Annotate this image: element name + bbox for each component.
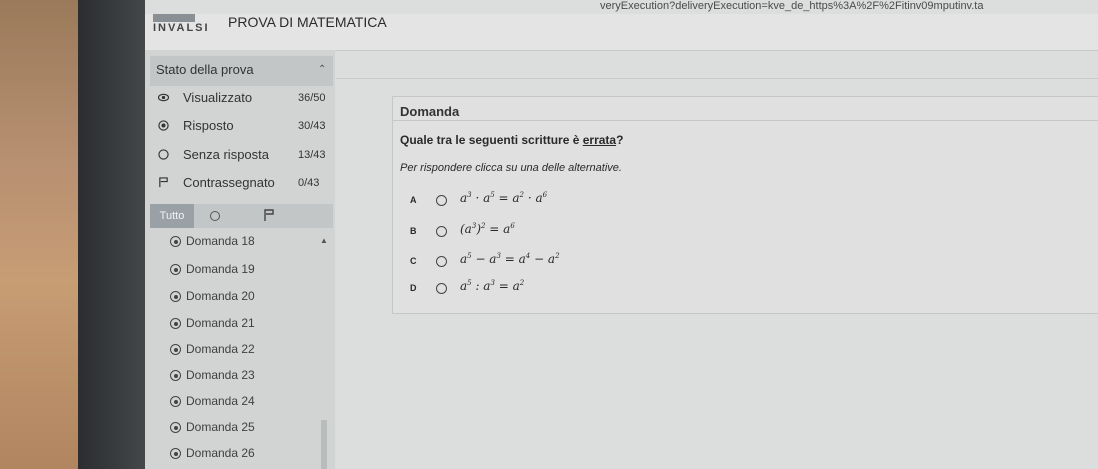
question-instruction: Per rispondere clicca su una delle alter… xyxy=(400,162,622,174)
radio-option-icon[interactable] xyxy=(436,226,447,237)
invalsi-logo: INVALSI xyxy=(153,22,210,34)
sidebar-scrollbar[interactable] xyxy=(321,420,327,469)
radio-checked-icon xyxy=(158,120,169,131)
content-divider xyxy=(336,78,1098,79)
option-letter: D xyxy=(410,283,417,293)
question-item-label: Domanda 18 xyxy=(186,234,255,248)
status-count: 36/50 xyxy=(298,92,326,104)
question-item-label: Domanda 19 xyxy=(186,262,255,276)
page-title: PROVA DI MATEMATICA xyxy=(228,14,387,30)
option-formula: (a3)2 = a6 xyxy=(460,222,515,236)
option-letter: B xyxy=(410,226,417,236)
eye-icon xyxy=(158,93,169,102)
status-label: Contrassegnato xyxy=(183,175,275,190)
radio-empty-icon xyxy=(158,149,169,160)
option-formula: a3 · a5 = a2 · a6 xyxy=(460,191,548,205)
question-item-label: Domanda 26 xyxy=(186,446,255,460)
status-count: 0/43 xyxy=(298,177,320,189)
answered-icon xyxy=(170,291,181,302)
answered-icon xyxy=(170,448,181,459)
option-formula: a5 − a3 = a4 − a2 xyxy=(460,252,560,266)
question-item-label: Domanda 21 xyxy=(186,316,255,330)
answered-icon xyxy=(170,236,181,247)
answered-icon xyxy=(170,264,181,275)
question-item-label: Domanda 25 xyxy=(186,420,255,434)
answered-icon xyxy=(170,318,181,329)
filter-flag-icon[interactable] xyxy=(262,208,276,222)
chevron-up-icon[interactable]: ⌃ xyxy=(318,64,326,75)
question-divider xyxy=(392,120,1098,121)
flag-icon xyxy=(159,177,168,188)
option-formula: a5 : a3 = a2 xyxy=(460,279,525,293)
radio-option-icon[interactable] xyxy=(436,195,447,206)
radio-option-icon[interactable] xyxy=(436,283,447,294)
answered-icon xyxy=(170,422,181,433)
question-item-label: Domanda 24 xyxy=(186,394,255,408)
answered-icon xyxy=(170,370,181,381)
question-item-label: Domanda 23 xyxy=(186,368,255,382)
status-count: 30/43 xyxy=(298,120,326,132)
answered-icon xyxy=(170,344,181,355)
question-item-label: Domanda 22 xyxy=(186,342,255,356)
header-divider xyxy=(336,50,1098,51)
status-count: 13/43 xyxy=(298,149,326,161)
answered-icon xyxy=(170,396,181,407)
question-heading: Domanda xyxy=(400,104,460,119)
status-panel-title: Stato della prova xyxy=(156,62,254,77)
filter-unanswered-icon[interactable] xyxy=(210,211,220,221)
status-label: Risposto xyxy=(183,118,234,133)
status-label: Senza risposta xyxy=(183,147,269,162)
option-letter: A xyxy=(410,195,417,205)
logo-mark xyxy=(153,14,195,22)
status-label: Visualizzato xyxy=(183,90,253,105)
radio-option-icon[interactable] xyxy=(436,256,447,267)
scroll-up-icon[interactable]: ▲ xyxy=(320,236,328,245)
option-letter: C xyxy=(410,256,417,266)
question-item-label: Domanda 20 xyxy=(186,289,255,303)
question-text: Quale tra le seguenti scritture è errata… xyxy=(400,133,624,147)
filter-all-tab[interactable]: Tutto xyxy=(150,204,194,228)
